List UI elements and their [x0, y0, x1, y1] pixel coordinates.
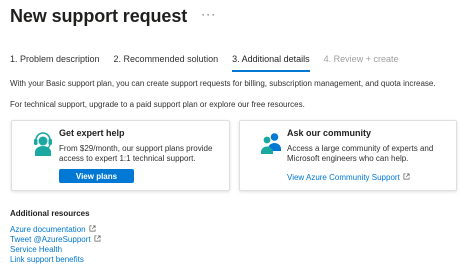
- expert-help-description-line: access to expert 1:1 technical support.: [59, 154, 196, 163]
- community-description-line: Access a large community of experts and: [287, 144, 434, 153]
- azure-documentation-label: Azure documentation: [10, 225, 86, 234]
- tweet-azure-support-label: Tweet @AzureSupport: [10, 235, 91, 244]
- tab-recommended-solution[interactable]: 2. Recommended solution: [114, 54, 219, 72]
- basic-plan-info-text: With your Basic support plan, you can cr…: [10, 79, 436, 88]
- expert-help-description-line: From $29/month, our support plans provid…: [59, 144, 213, 153]
- tab-additional-details[interactable]: 3. Additional details: [232, 54, 310, 72]
- community-people-icon: [261, 133, 281, 154]
- more-options-button[interactable]: ···: [201, 8, 216, 20]
- view-community-support-link[interactable]: View Azure Community Support: [287, 173, 410, 182]
- additional-resources-heading: Additional resources: [10, 209, 90, 218]
- wizard-tabs: 1. Problem description 2. Recommended so…: [10, 54, 412, 72]
- expert-help-title: Get expert help: [59, 128, 125, 138]
- service-health-link[interactable]: Service Health: [10, 245, 101, 255]
- external-link-icon: [89, 225, 96, 232]
- expert-help-card: Get expert help From $29/month, our supp…: [11, 120, 230, 191]
- external-link-icon: [94, 235, 101, 242]
- support-agent-icon: [34, 132, 52, 156]
- page-title: New support request: [10, 5, 188, 26]
- tab-review-create: 4. Review + create: [323, 54, 399, 64]
- additional-resources-list: Azure documentation Tweet @AzureSupport …: [10, 225, 101, 265]
- link-support-benefits-link[interactable]: Link support benefits: [10, 255, 101, 265]
- technical-support-info-text: For technical support, upgrade to a paid…: [10, 100, 305, 109]
- page-header: New support request ···: [10, 4, 216, 28]
- community-card: Ask our community Access a large communi…: [239, 120, 457, 191]
- azure-documentation-link[interactable]: Azure documentation: [10, 225, 101, 235]
- expert-help-description: From $29/month, our support plans provid…: [59, 144, 212, 164]
- community-description-line: Microsoft engineers who can help.: [287, 154, 409, 163]
- view-community-support-label: View Azure Community Support: [287, 173, 400, 182]
- view-plans-button[interactable]: View plans: [59, 169, 134, 183]
- community-description: Access a large community of experts and …: [287, 144, 433, 164]
- tab-problem-description[interactable]: 1. Problem description: [10, 54, 100, 72]
- tweet-azure-support-link[interactable]: Tweet @AzureSupport: [10, 235, 101, 245]
- community-title: Ask our community: [287, 128, 372, 138]
- external-link-icon: [403, 173, 410, 180]
